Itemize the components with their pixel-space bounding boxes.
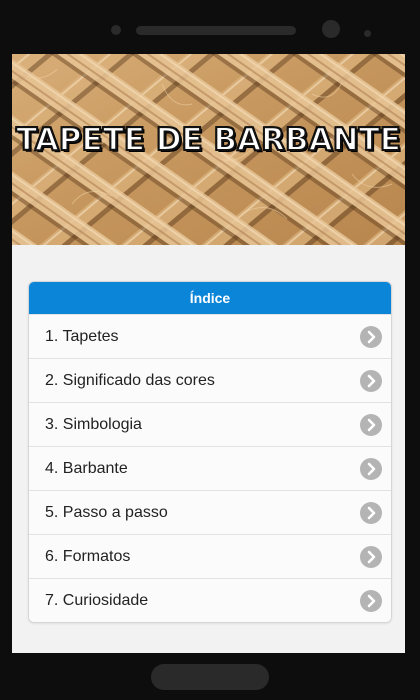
menu-item-formatos[interactable]: 6. Formatos (29, 534, 391, 578)
app-screen: TAPETE DE BARBANTE Índice 1. Tapetes 2. … (12, 54, 405, 653)
front-sensor-icon (111, 25, 121, 35)
menu-item-label: 2. Significado das cores (45, 372, 215, 389)
chevron-right-icon (360, 326, 382, 348)
chevron-right-icon (360, 502, 382, 524)
chevron-right-icon (360, 590, 382, 612)
menu-item-label: 5. Passo a passo (45, 504, 168, 521)
menu-item-barbante[interactable]: 4. Barbante (29, 446, 391, 490)
home-button[interactable] (151, 664, 269, 690)
menu-item-label: 3. Simbologia (45, 416, 142, 433)
chevron-right-icon (360, 546, 382, 568)
menu-item-label: 4. Barbante (45, 460, 128, 477)
menu-item-significado-das-cores[interactable]: 2. Significado das cores (29, 358, 391, 402)
chevron-right-icon (360, 458, 382, 480)
index-header: Índice (29, 282, 391, 314)
earpiece-speaker (136, 26, 296, 35)
header-banner: TAPETE DE BARBANTE (12, 54, 405, 245)
phone-frame: TAPETE DE BARBANTE Índice 1. Tapetes 2. … (0, 0, 420, 700)
menu-item-label: 1. Tapetes (45, 328, 119, 345)
front-camera-icon (322, 20, 340, 38)
menu-item-label: 6. Formatos (45, 548, 131, 565)
index-menu: Índice 1. Tapetes 2. Significado das cor… (28, 281, 392, 623)
menu-item-label: 7. Curiosidade (45, 592, 149, 609)
menu-item-passo-a-passo[interactable]: 5. Passo a passo (29, 490, 391, 534)
chevron-right-icon (360, 414, 382, 436)
menu-item-tapetes[interactable]: 1. Tapetes (29, 314, 391, 358)
menu-item-simbologia[interactable]: 3. Simbologia (29, 402, 391, 446)
chevron-right-icon (360, 370, 382, 392)
banner-title: TAPETE DE BARBANTE (15, 121, 402, 159)
menu-item-curiosidade[interactable]: 7. Curiosidade (29, 578, 391, 622)
proximity-sensor-icon (364, 30, 371, 37)
